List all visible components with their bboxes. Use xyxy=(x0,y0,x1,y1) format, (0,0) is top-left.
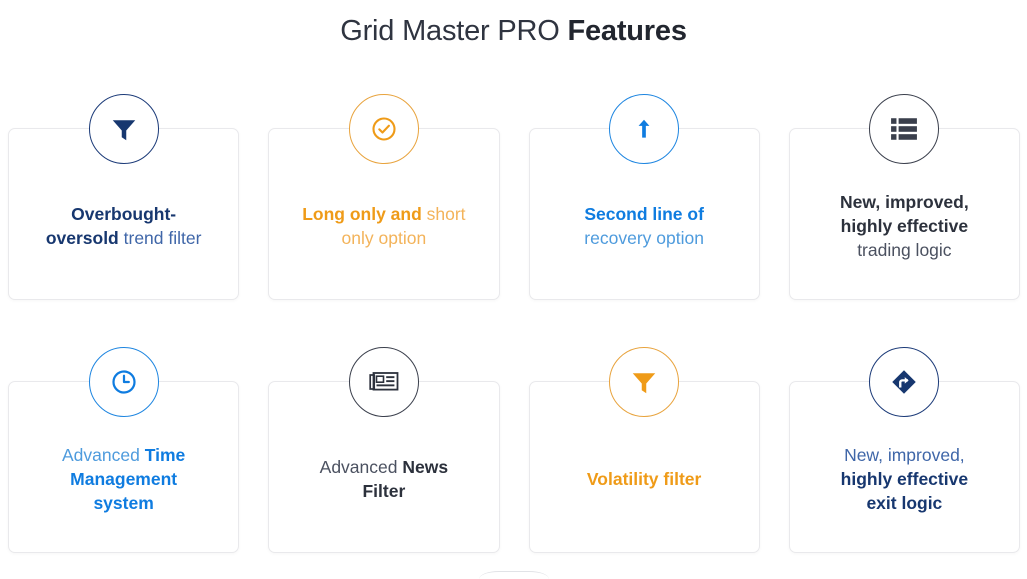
feature-card-text: Overbought- oversold trend filter xyxy=(23,202,224,250)
check-circle-icon xyxy=(348,94,419,164)
feature-card-text: Advanced News Filter xyxy=(283,455,484,503)
feature-card-time-management[interactable]: Advanced Time Management system xyxy=(8,347,240,553)
text-segment: oversold xyxy=(45,228,124,248)
features-page: Grid Master PRO Features Overbought- ove… xyxy=(0,0,1027,579)
arrow-up-icon xyxy=(609,94,680,164)
list-icon xyxy=(869,94,940,164)
text-segment: exit logic xyxy=(866,493,943,513)
page-title: Grid Master PRO Features xyxy=(0,13,1027,49)
text-segment: Advanced xyxy=(319,457,403,477)
text-segment: trend filter xyxy=(123,228,202,248)
feature-card-long-short-option[interactable]: Long only and short only option xyxy=(268,94,500,300)
text-segment: News xyxy=(402,457,449,477)
feature-card-second-recovery-line[interactable]: Second line of recovery option xyxy=(528,94,760,300)
page-title-bold: Features xyxy=(567,15,687,47)
text-segment: system xyxy=(93,493,154,513)
text-segment: highly effective xyxy=(840,216,969,236)
newspaper-icon xyxy=(348,347,419,417)
feature-card-text: Advanced Time Management system xyxy=(23,443,224,515)
text-segment: Filter xyxy=(362,481,406,501)
text-segment: Advanced xyxy=(62,445,145,465)
feature-card-text: Long only and short only option xyxy=(283,202,484,250)
text-segment: highly effective xyxy=(840,469,969,489)
clock-icon xyxy=(88,347,159,417)
feature-card-exit-logic[interactable]: New, improved, highly effective exit log… xyxy=(788,347,1020,553)
feature-card-text: New, improved, highly effective trading … xyxy=(804,190,1005,262)
text-segment: trading logic xyxy=(857,240,952,260)
features-grid: Overbought- oversold trend filter Long o… xyxy=(8,94,1020,553)
text-segment: Volatility filter xyxy=(586,469,702,489)
feature-card-trading-logic[interactable]: New, improved, highly effective trading … xyxy=(788,94,1020,300)
text-segment: Long only and xyxy=(302,204,427,224)
feature-card-text: New, improved, highly effective exit log… xyxy=(804,443,1005,515)
funnel-icon xyxy=(88,94,159,164)
feature-card-news-filter[interactable]: Advanced News Filter xyxy=(268,347,500,553)
page-title-light: Grid Master PRO xyxy=(340,15,568,47)
text-segment: New, improved, xyxy=(844,445,965,465)
text-segment: New, improved, xyxy=(840,192,969,212)
text-segment: Time xyxy=(144,445,186,465)
next-row-circle-hint xyxy=(478,571,549,579)
funnel-icon xyxy=(609,347,680,417)
text-segment: Second line of xyxy=(584,204,704,224)
feature-card-volatility-filter[interactable]: Volatility filter xyxy=(528,347,760,553)
directions-icon xyxy=(869,347,940,417)
feature-card-text: Volatility filter xyxy=(544,467,745,491)
feature-card-overbought-oversold[interactable]: Overbought- oversold trend filter xyxy=(8,94,240,300)
text-segment: recovery option xyxy=(584,228,704,248)
text-segment: Management xyxy=(70,469,178,489)
text-segment: only option xyxy=(341,228,427,248)
text-segment: short xyxy=(426,204,466,224)
feature-card-text: Second line of recovery option xyxy=(544,202,745,250)
text-segment: Overbought- xyxy=(71,204,177,224)
